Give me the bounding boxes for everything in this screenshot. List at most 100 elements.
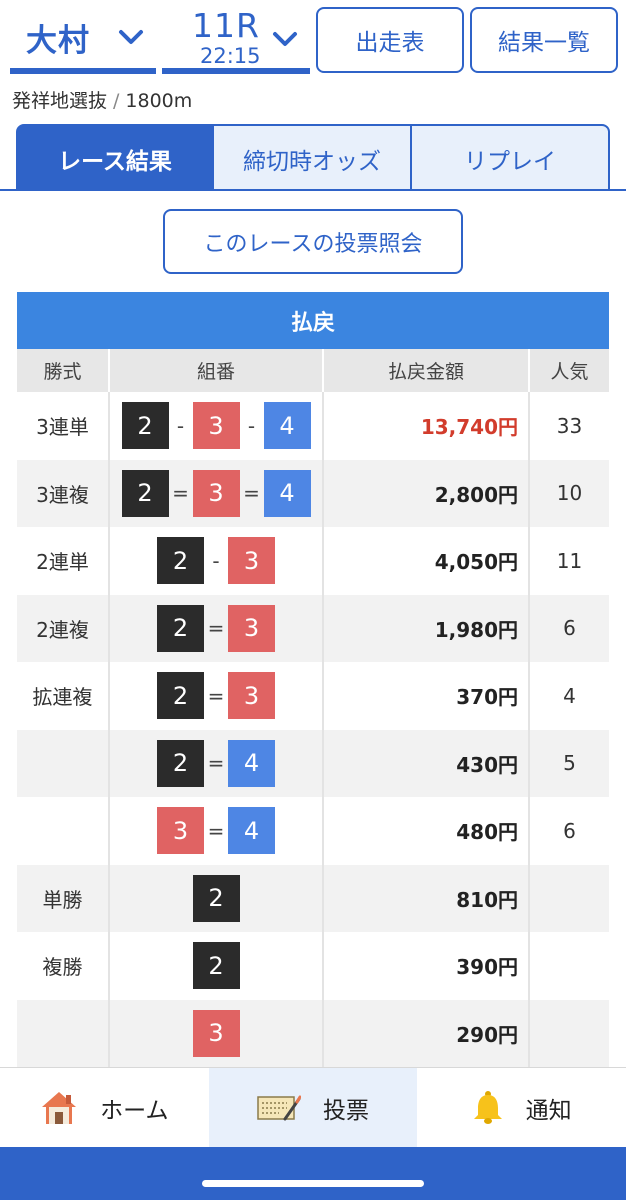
venue-selector[interactable]: 大村 bbox=[10, 6, 156, 74]
race-name: 発祥地選抜 bbox=[12, 90, 108, 112]
nav-home[interactable]: ホーム bbox=[0, 1068, 209, 1147]
popularity-cell bbox=[529, 999, 609, 1067]
bet-type-cell: 複勝 bbox=[17, 932, 110, 1000]
result-tabs: レース結果 締切時オッズ リプレイ bbox=[16, 124, 610, 191]
header: 大村 11R 22:15 出走表 結果一覧 bbox=[0, 0, 626, 80]
combination-cell: 2-3-4 bbox=[109, 392, 324, 460]
table-row: 単勝 2 810円 bbox=[17, 864, 609, 932]
combination: 2 bbox=[192, 874, 240, 922]
combination: 2-3 bbox=[157, 537, 275, 585]
nav-notifications[interactable]: 通知 bbox=[417, 1068, 626, 1147]
boat-number-badge: 4 bbox=[263, 469, 311, 517]
popularity-cell bbox=[529, 864, 609, 932]
table-row: 3 290円 bbox=[17, 999, 609, 1067]
combo-separator: - bbox=[247, 413, 256, 438]
combination: 2 = 4 bbox=[157, 739, 275, 787]
boat-number-badge: 2 bbox=[157, 537, 204, 585]
popularity-cell: 10 bbox=[529, 459, 609, 527]
popularity-cell: 33 bbox=[529, 392, 609, 460]
race-distance: 1800m bbox=[125, 90, 193, 112]
combination-cell: 2 = 3 bbox=[109, 594, 324, 662]
boat-number-badge: 2 bbox=[157, 672, 204, 720]
entries-button[interactable]: 出走表 bbox=[316, 7, 464, 73]
table-row: 3 = 4 480円 6 bbox=[17, 797, 609, 865]
chevron-down-icon bbox=[118, 28, 144, 50]
boat-number-badge: 3 bbox=[192, 402, 240, 450]
vote-inquiry-button[interactable]: このレースの投票照会 bbox=[163, 209, 463, 274]
chevron-down-icon bbox=[272, 30, 298, 52]
table-row: 2連複 2 = 3 1,980円 6 bbox=[17, 594, 609, 662]
combo-separator: = bbox=[172, 481, 189, 506]
boat-number-badge: 2 bbox=[121, 402, 169, 450]
nav-vote[interactable]: 投票 bbox=[208, 1068, 418, 1147]
table-row: 複勝 2 390円 bbox=[17, 932, 609, 1000]
boat-number-badge: 2 bbox=[157, 739, 204, 787]
combo-separator: = bbox=[207, 683, 225, 708]
payout-amount-cell: 2,800円 bbox=[323, 459, 530, 527]
payout-header-row: 勝式 組番 払戻金額 人気 bbox=[17, 349, 609, 392]
popularity-cell: 6 bbox=[529, 594, 609, 662]
payout-amount-cell: 370円 bbox=[323, 662, 530, 730]
boat-number-badge: 3 bbox=[228, 537, 275, 585]
boat-number-badge: 4 bbox=[263, 402, 311, 450]
bet-type-cell: 単勝 bbox=[17, 864, 110, 932]
race-info: 発祥地選抜/1800m bbox=[12, 86, 192, 113]
payout-amount-cell: 480円 bbox=[323, 797, 530, 865]
col-popularity: 人気 bbox=[529, 349, 609, 392]
payout-table: 勝式 組番 払戻金額 人気 3連単 2-3-4 13,740円 33 3連複 2 = 3 = 4 2… bbox=[17, 349, 609, 1067]
bet-type-cell bbox=[17, 797, 110, 865]
boat-number-badge: 4 bbox=[228, 739, 275, 787]
boat-number-badge: 4 bbox=[228, 807, 275, 855]
combination-cell: 2 = 3 bbox=[109, 662, 324, 730]
combo-separator: = bbox=[207, 818, 225, 843]
home-indicator bbox=[202, 1180, 424, 1187]
boat-number-badge: 2 bbox=[192, 874, 240, 922]
bell-icon bbox=[472, 1090, 504, 1126]
venue-name: 大村 bbox=[26, 22, 90, 59]
combo-separator: = bbox=[207, 616, 225, 641]
bet-type-cell bbox=[17, 999, 110, 1067]
tab-closing-odds[interactable]: 締切時オッズ bbox=[214, 124, 412, 191]
tab-race-result[interactable]: レース結果 bbox=[16, 124, 214, 191]
combination: 2 = 3 bbox=[157, 672, 275, 720]
table-row: 拡連複 2 = 3 370円 4 bbox=[17, 662, 609, 730]
payout-amount-cell: 430円 bbox=[323, 729, 530, 797]
results-list-button[interactable]: 結果一覧 bbox=[470, 7, 618, 73]
house-icon bbox=[40, 1090, 78, 1126]
popularity-cell: 4 bbox=[529, 662, 609, 730]
bet-type-cell: 拡連複 bbox=[17, 662, 110, 730]
combination: 2 = 3 = 4 bbox=[121, 469, 311, 517]
combination-cell: 2 bbox=[109, 864, 324, 932]
race-info-separator: / bbox=[113, 90, 120, 112]
payout-amount-cell: 1,980円 bbox=[323, 594, 530, 662]
boat-number-badge: 2 bbox=[192, 942, 240, 990]
payout-title: 払戻 bbox=[17, 292, 609, 349]
payout-amount-cell: 13,740円 bbox=[323, 392, 530, 460]
nav-vote-label: 投票 bbox=[323, 1097, 369, 1124]
boat-number-badge: 3 bbox=[228, 672, 275, 720]
race-time: 22:15 bbox=[200, 44, 261, 68]
table-row: 3連単 2-3-4 13,740円 33 bbox=[17, 392, 609, 460]
combination: 3 bbox=[192, 1009, 240, 1057]
ticket-icon bbox=[257, 1093, 301, 1123]
payout-amount-cell: 4,050円 bbox=[323, 527, 530, 595]
bet-type-cell: 2連単 bbox=[17, 527, 110, 595]
boat-number-badge: 2 bbox=[121, 469, 169, 517]
boat-number-badge: 3 bbox=[228, 604, 275, 652]
payout-amount-cell: 290円 bbox=[323, 999, 530, 1067]
payout-amount-cell: 810円 bbox=[323, 864, 530, 932]
combination-cell: 3 = 4 bbox=[109, 797, 324, 865]
boat-number-badge: 2 bbox=[157, 604, 204, 652]
popularity-cell bbox=[529, 932, 609, 1000]
boat-number-badge: 3 bbox=[157, 807, 204, 855]
col-combination: 組番 bbox=[109, 349, 324, 392]
combo-separator: = bbox=[243, 481, 260, 506]
tab-replay[interactable]: リプレイ bbox=[412, 124, 610, 191]
footer-bar bbox=[0, 1147, 626, 1200]
nav-home-label: ホーム bbox=[100, 1097, 169, 1124]
race-selector[interactable]: 11R 22:15 bbox=[162, 6, 310, 74]
nav-notifications-label: 通知 bbox=[525, 1097, 572, 1124]
bet-type-cell: 2連複 bbox=[17, 594, 110, 662]
boat-number-badge: 3 bbox=[192, 469, 240, 517]
bet-type-cell bbox=[17, 729, 110, 797]
